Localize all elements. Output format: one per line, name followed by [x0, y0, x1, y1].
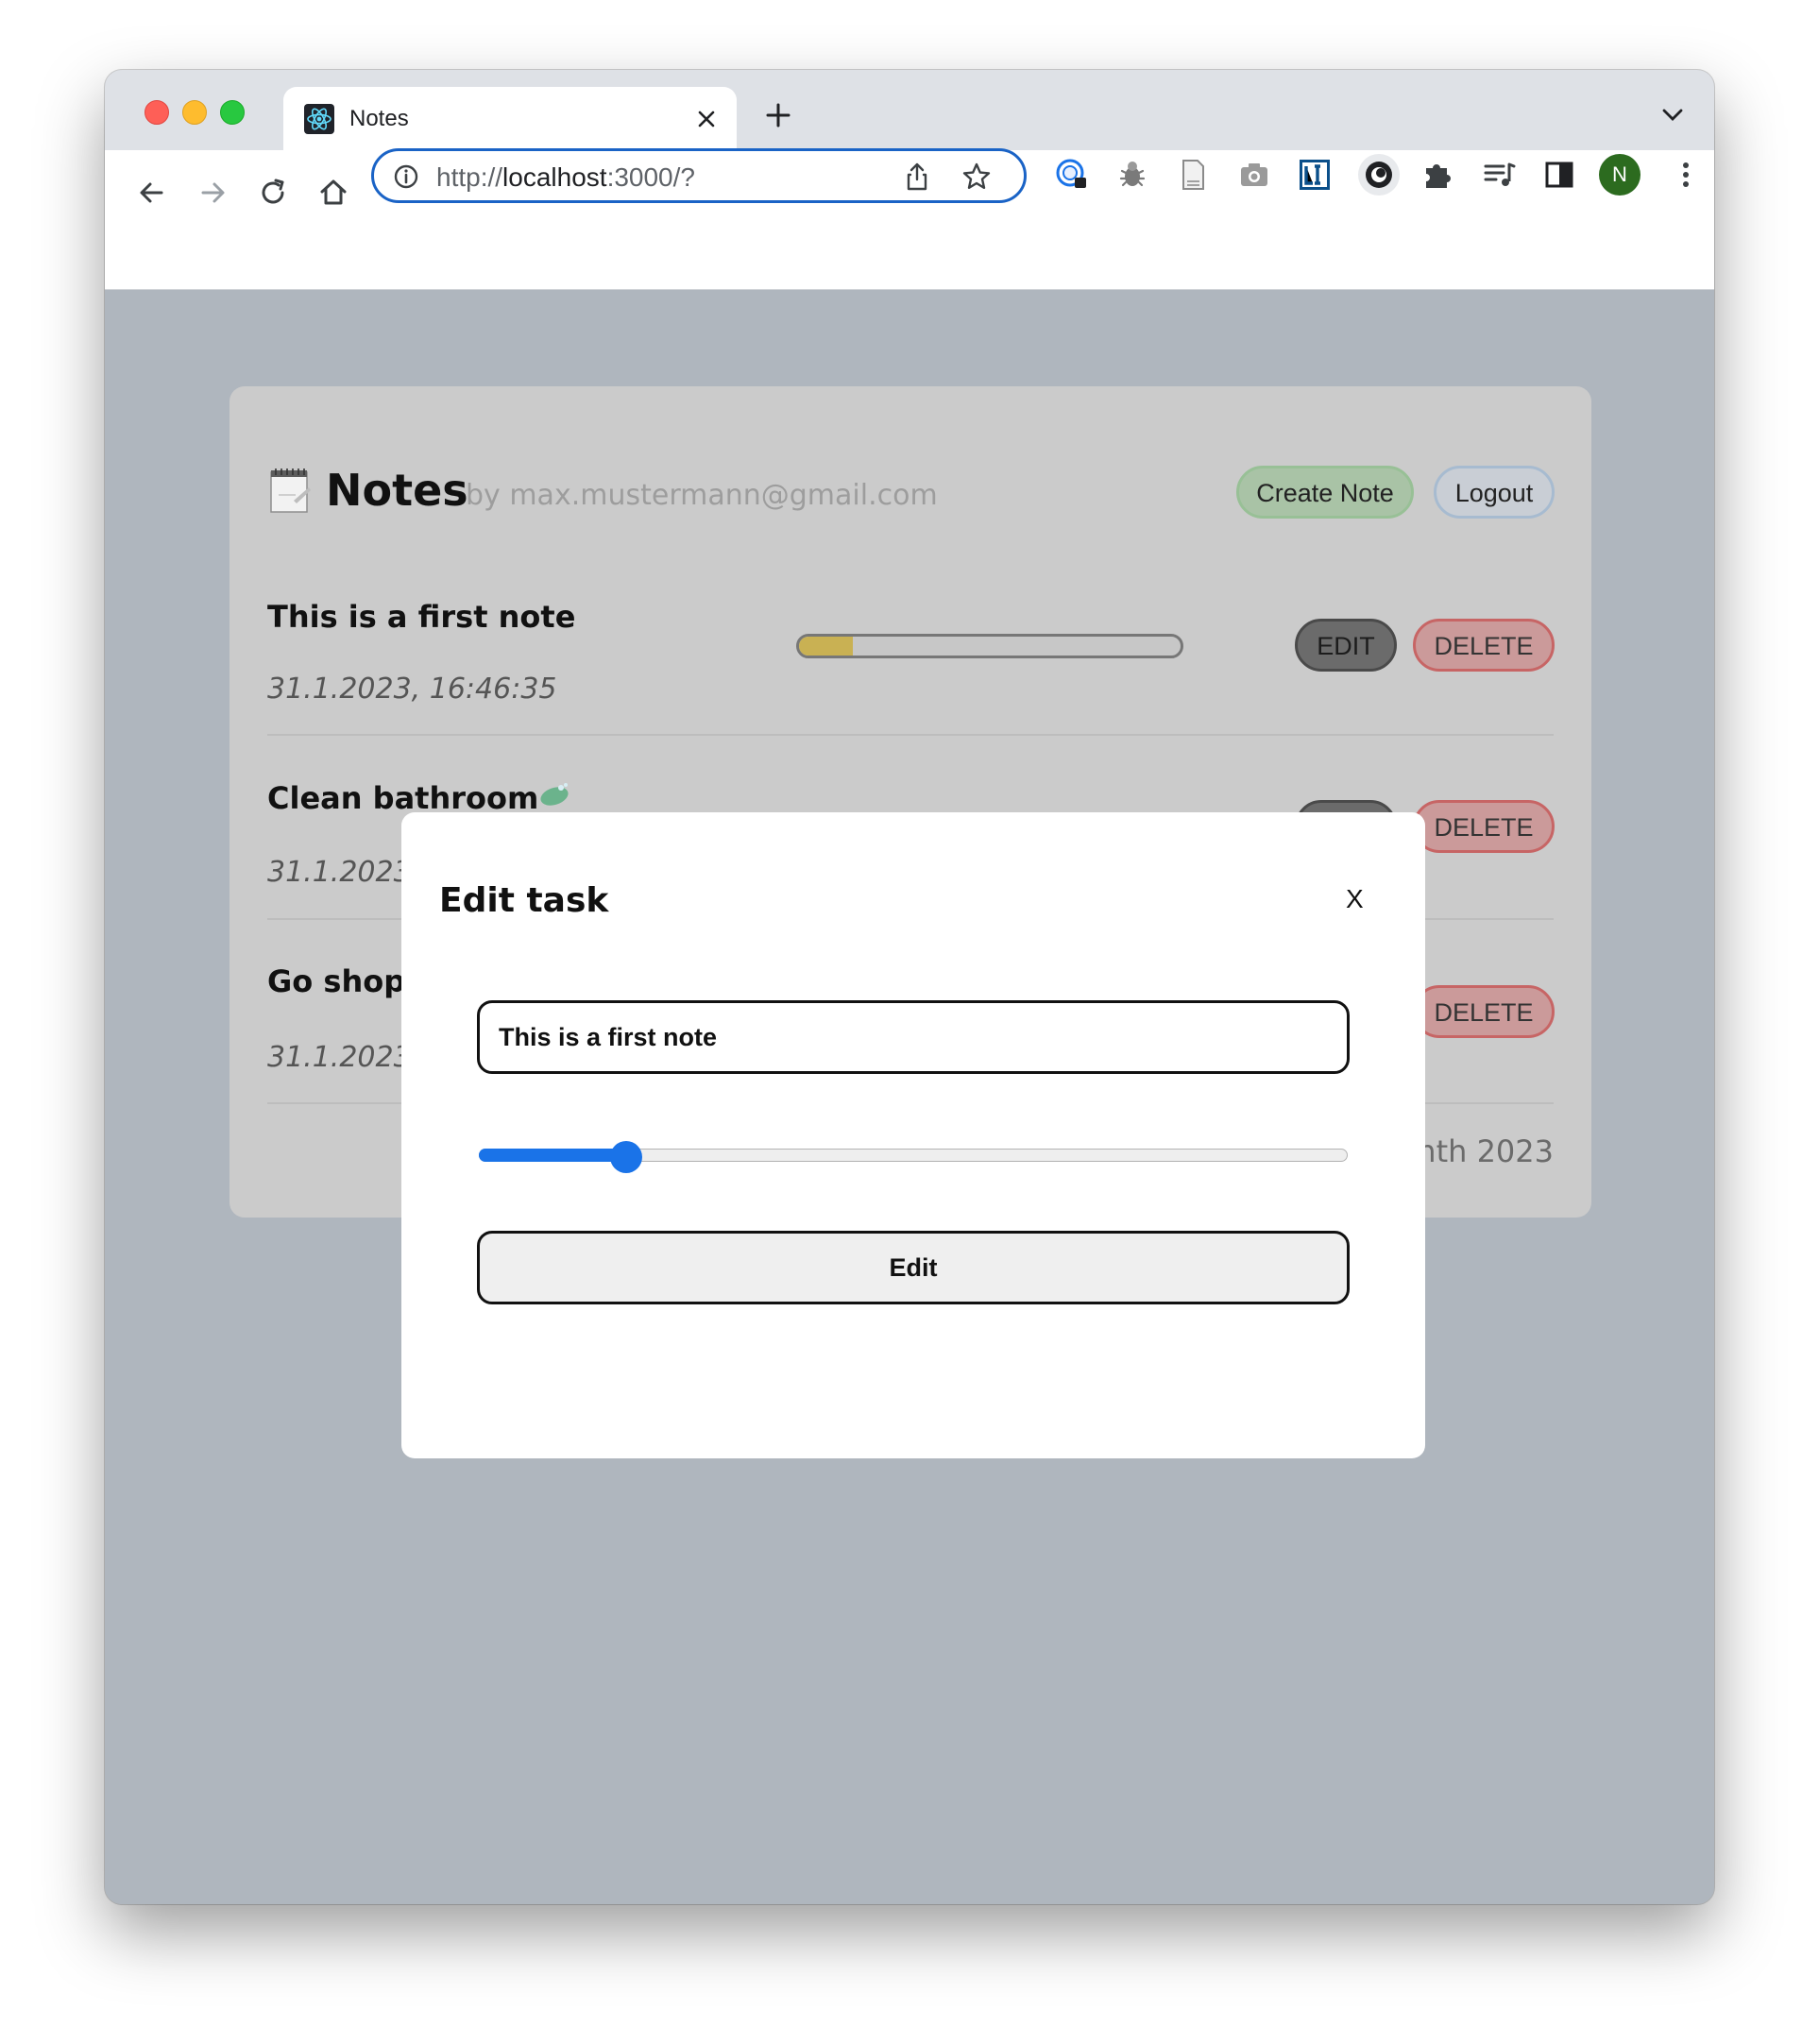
note-date: 31.1.2023, — [267, 856, 421, 889]
edit-task-modal: Edit task X This is a first note Edit — [401, 812, 1425, 1458]
modal-close-button[interactable]: X — [1346, 882, 1364, 916]
circle-extension-icon[interactable] — [1357, 153, 1401, 196]
more-menu-icon[interactable] — [1668, 157, 1704, 193]
divider — [267, 734, 1554, 736]
share-icon[interactable] — [903, 162, 931, 192]
browser-tab[interactable]: Notes — [283, 87, 737, 150]
delete-button[interactable]: DELETE — [1413, 985, 1555, 1038]
linguee-icon[interactable] — [1297, 157, 1333, 193]
back-icon[interactable] — [133, 174, 171, 212]
task-title-input[interactable]: This is a first note — [477, 1000, 1350, 1074]
delete-button[interactable]: DELETE — [1413, 619, 1555, 672]
slider-thumb[interactable] — [610, 1141, 643, 1173]
home-icon[interactable] — [314, 174, 352, 212]
address-bar[interactable]: http://localhost:3000/? — [371, 148, 1027, 203]
tab-strip: Notes — [105, 70, 1714, 150]
site-info-icon[interactable] — [393, 163, 419, 190]
edit-button[interactable]: EDIT — [1295, 619, 1397, 672]
modal-title: Edit task — [439, 881, 609, 920]
forward-icon[interactable] — [194, 174, 231, 212]
extensions-puzzle-icon[interactable] — [1420, 157, 1455, 193]
edit-submit-button[interactable]: Edit — [477, 1231, 1350, 1304]
note-progress-fill — [799, 637, 853, 656]
reload-icon[interactable] — [254, 174, 292, 212]
url-text: http://localhost:3000/? — [436, 162, 695, 192]
create-note-button[interactable]: Create Note — [1236, 466, 1414, 519]
bug-icon[interactable] — [1114, 157, 1150, 193]
tab-title: Notes — [349, 106, 409, 131]
slider-fill — [479, 1149, 627, 1162]
logout-button[interactable]: Logout — [1434, 466, 1555, 519]
note-date: 31.1.2023, 16:46:35 — [267, 673, 557, 706]
new-tab-icon[interactable] — [763, 100, 793, 130]
media-queue-icon[interactable] — [1481, 157, 1517, 193]
profile-avatar[interactable]: N — [1599, 154, 1640, 196]
delete-button[interactable]: DELETE — [1413, 800, 1555, 853]
note-progress-bar — [796, 634, 1183, 658]
document-icon[interactable] — [1175, 157, 1211, 193]
page-viewport: Notes by max.mustermann@gmail.com Create… — [105, 290, 1714, 1904]
close-tab-icon[interactable] — [693, 106, 720, 132]
camera-icon[interactable] — [1236, 157, 1272, 193]
bookmark-star-icon[interactable] — [961, 162, 992, 192]
progress-slider[interactable] — [479, 1141, 1348, 1173]
password-manager-icon[interactable] — [1054, 157, 1090, 193]
tab-search-chevron-icon[interactable] — [1661, 108, 1684, 123]
close-window-button[interactable] — [144, 100, 169, 125]
browser-window: Notes http://localhost:3000/? N Notes by… — [105, 70, 1714, 1904]
notepad-icon — [270, 468, 311, 513]
maximize-window-button[interactable] — [220, 100, 245, 125]
note-title: This is a first note — [267, 599, 576, 635]
page-title: Notes — [326, 465, 468, 516]
react-icon — [304, 104, 334, 134]
side-panel-icon[interactable] — [1541, 157, 1577, 193]
minimize-window-button[interactable] — [182, 100, 207, 125]
note-date: 31.1.2023, — [267, 1041, 421, 1074]
soap-icon — [540, 783, 569, 806]
note-title: Clean bathroom — [267, 779, 570, 817]
user-email: by max.mustermann@gmail.com — [466, 479, 938, 512]
